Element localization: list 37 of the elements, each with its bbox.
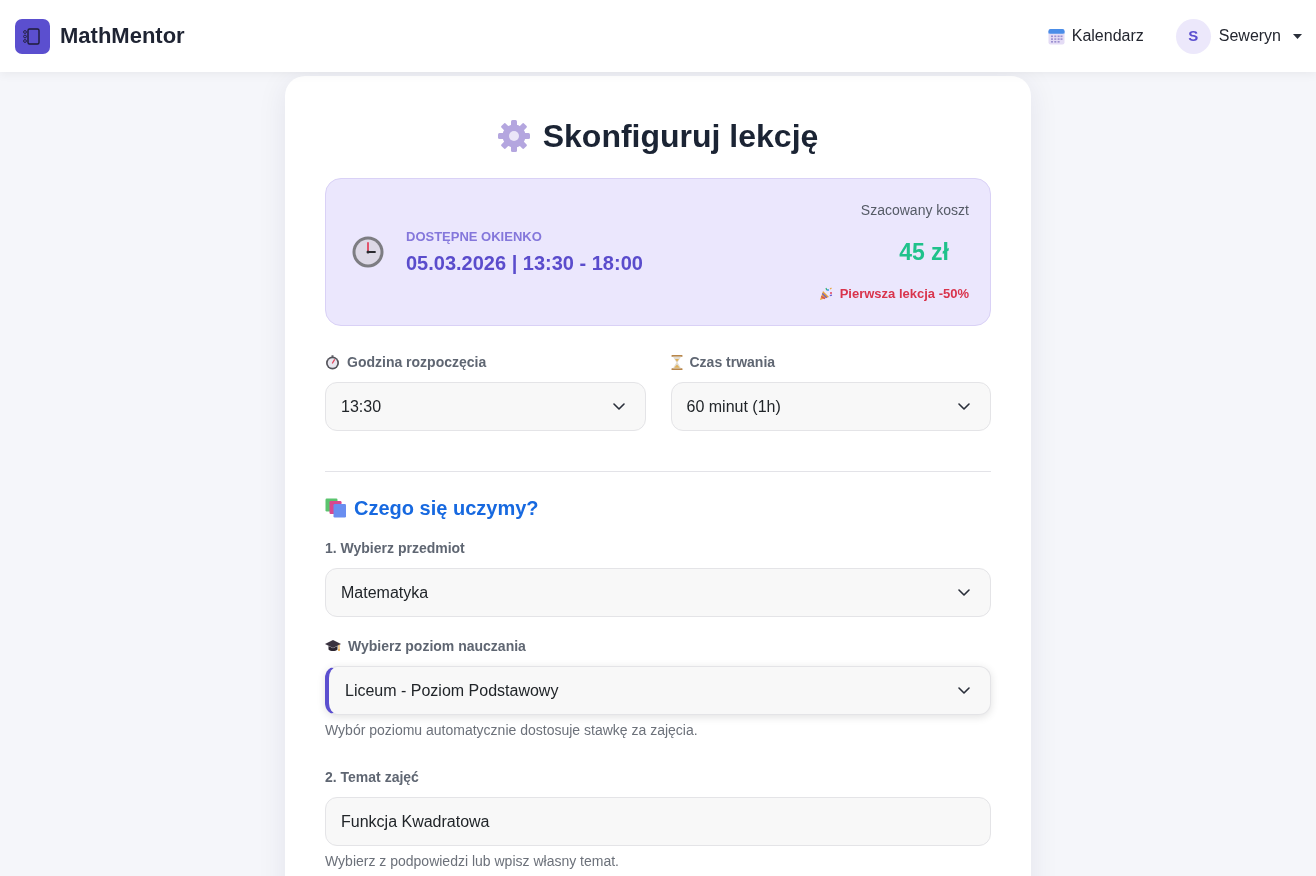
user-name[interactable]: Seweryn bbox=[1218, 25, 1281, 47]
help-text: Wybierz z podpowiedzi lub wpisz własny temat. bbox=[325, 852, 620, 871]
hourglass-icon bbox=[670, 354, 683, 370]
party-popper-icon bbox=[818, 287, 833, 301]
calendar-icon bbox=[1047, 27, 1065, 45]
field-label: Wybierz poziom nauczania bbox=[348, 637, 526, 656]
calendar-link[interactable]: Kalendarz bbox=[1047, 25, 1144, 47]
chevron-down-icon bbox=[612, 403, 625, 410]
topic-input[interactable]: Funkcja Kwadratowa bbox=[325, 797, 991, 846]
gear-icon bbox=[497, 120, 530, 152]
level-select[interactable]: Liceum - Poziom Podstawowy bbox=[325, 666, 991, 715]
slot-label: DOSTĘPNE OKIENKO bbox=[406, 227, 543, 246]
books-icon bbox=[325, 498, 347, 518]
promo-text: Pierwsza lekcja -50% bbox=[839, 285, 969, 303]
help-text: Wybór poziomu automatycznie dostosuje stawkę za zajęcia. bbox=[325, 721, 699, 740]
slot-date-time: 05.03.2026 | 13:30 - 18:00 bbox=[406, 250, 643, 276]
caret-down-icon[interactable] bbox=[1293, 33, 1302, 39]
subject-select[interactable]: Matematyka bbox=[325, 568, 991, 617]
duration-select[interactable]: 60 minut (1h) bbox=[670, 382, 991, 431]
graduation-cap-icon bbox=[325, 639, 341, 653]
section-title: Czego się uczymy? bbox=[354, 496, 539, 521]
field-label: Godzina rozpoczęcia bbox=[347, 353, 487, 372]
chevron-down-icon bbox=[958, 589, 970, 596]
logo-icon bbox=[15, 18, 50, 54]
clock-icon bbox=[352, 236, 384, 268]
cost-label: Szacowany koszt bbox=[860, 201, 969, 220]
chevron-down-icon bbox=[958, 403, 970, 410]
brand-name: MathMentor bbox=[60, 22, 185, 50]
stopwatch-icon bbox=[325, 354, 340, 370]
field-label: 1. Wybierz przedmiot bbox=[325, 539, 465, 558]
cost-value: 45 zł bbox=[899, 238, 949, 267]
chevron-down-icon bbox=[958, 687, 970, 694]
field-label: 2. Temat zajęć bbox=[325, 768, 419, 787]
start-time-select[interactable]: 13:30 bbox=[325, 382, 646, 431]
page-title: Skonfiguruj lekcję bbox=[542, 117, 819, 156]
user-avatar[interactable]: S bbox=[1175, 18, 1211, 54]
field-label: Czas trwania bbox=[689, 353, 776, 372]
